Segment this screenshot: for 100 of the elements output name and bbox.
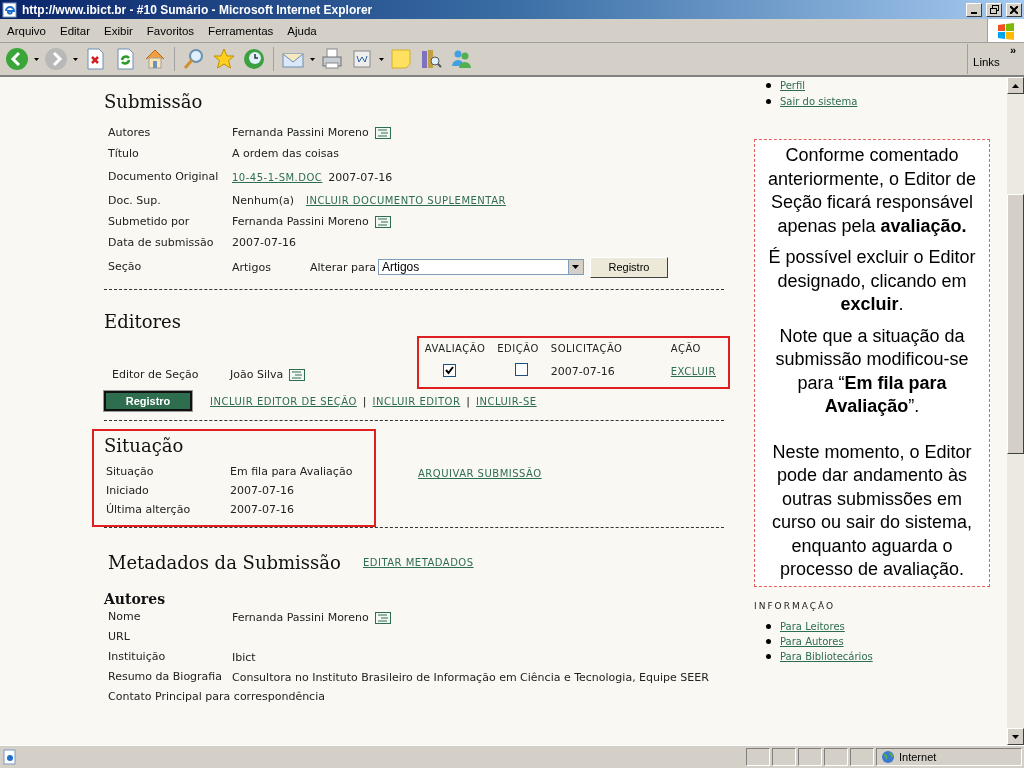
restore-icon [989, 5, 999, 14]
author-name: Fernanda Passini Moreno [232, 215, 369, 228]
field-value: 2007-07-16 [230, 484, 295, 497]
sidebar-link[interactable]: Sair do sistema [780, 95, 858, 107]
column-header: AÇÃO [664, 337, 729, 359]
globe-icon [881, 750, 895, 764]
envelope-icon[interactable] [374, 126, 391, 139]
scroll-up-icon[interactable] [1007, 77, 1024, 94]
field-label: Contato Principal para correspondência [108, 691, 326, 703]
field-label: Data de submissão [108, 236, 215, 249]
register-button[interactable]: Registro [589, 256, 668, 278]
field-value: Ibict [232, 651, 256, 664]
section-heading: Situação [104, 435, 185, 456]
browser-icon [2, 1, 18, 18]
column-header: SOLICITAÇÃO [544, 337, 665, 359]
delete-link[interactable]: EXCLUIR [670, 365, 716, 377]
window-title: http://www.ibict.br - #10 Sumário - Microsoft Internet Explorer [22, 2, 374, 17]
envelope-icon[interactable] [374, 215, 391, 228]
field-label: Doc. Sup. [108, 194, 162, 207]
menu-item[interactable]: Ferramentas [201, 24, 281, 37]
sidebar-link[interactable]: Para Leitores [780, 620, 845, 632]
history-icon[interactable] [241, 46, 267, 72]
field-value: Nenhum(a) [232, 194, 294, 207]
field-value: Em fila para Avaliação [230, 465, 354, 478]
field-label: Título [108, 147, 140, 160]
action-link[interactable]: INCLUIR EDITOR DE SEÇÃO [210, 395, 357, 407]
section-heading: Metadados da Submissão [108, 552, 341, 573]
caret-icon[interactable] [310, 57, 315, 61]
action-link[interactable]: INCLUIR EDITOR [372, 395, 461, 407]
separator: | [466, 394, 471, 408]
menu-item[interactable]: Editar [53, 24, 98, 37]
caret-icon[interactable] [34, 57, 39, 61]
caret-icon [572, 265, 580, 269]
field-label: URL [108, 631, 131, 643]
menu-item[interactable]: Favoritos [139, 24, 202, 37]
file-date: 2007-07-16 [328, 170, 393, 184]
author-name: Fernanda Passini Moreno [232, 126, 369, 139]
scroll-down-icon[interactable] [1007, 728, 1024, 745]
restore-button[interactable] [986, 2, 1002, 17]
role-label: Editor de Seção [112, 368, 200, 381]
menu-item[interactable]: Exibir [97, 24, 140, 37]
close-button[interactable] [1006, 2, 1022, 17]
links-button[interactable]: Links » [967, 44, 1020, 74]
field-label: Autores [108, 126, 152, 139]
author-name: Fernanda Passini Moreno [232, 611, 369, 624]
field-label: Última alterção [106, 503, 192, 516]
star-icon[interactable] [211, 46, 237, 72]
edit-link[interactable]: EDITAR METADADOS [362, 557, 474, 568]
section-heading: Submissão [104, 91, 204, 112]
sidebar-link[interactable]: Para Bibliotecários [780, 650, 873, 662]
menu-item[interactable]: Ajuda [280, 24, 324, 37]
scrollbar[interactable] [1007, 77, 1024, 745]
note-text: Conforme comentado anteriormente, o Editor de Seção ficará responsável apenas pela avaliação. [766, 144, 978, 238]
note-text: É possível excluir o Editor designado, clicando em excluir. [767, 246, 977, 316]
editor-name: João Silva [230, 368, 284, 381]
menu-item[interactable]: Arquivo [0, 24, 53, 37]
field-value: Artigos [232, 260, 272, 274]
section-dropdown[interactable]: Artigos [377, 259, 584, 275]
status-panel [746, 748, 770, 766]
field-label: Iniciado [106, 484, 150, 497]
flag-icon [996, 21, 1016, 40]
note-text: Note que a situação da submissão modificou-se para “Em fila para Avaliação”. [774, 324, 970, 418]
minimize-icon [971, 11, 977, 14]
section-heading: Editores [104, 311, 182, 332]
add-file-link[interactable]: INCLUIR DOCUMENTO SUPLEMENTAR [305, 195, 506, 206]
envelope-icon[interactable] [374, 611, 391, 624]
field-label: Submetido por [108, 215, 191, 228]
checkbox[interactable] [515, 363, 529, 376]
action-link[interactable]: INCLUIR-SE [476, 395, 537, 407]
column-header: EDIÇÃO [491, 337, 545, 359]
sidebar-link[interactable]: Perfil [780, 79, 805, 91]
status-panel [798, 748, 822, 766]
page-icon [2, 749, 18, 765]
status-panel [772, 748, 796, 766]
archive-link[interactable]: ARQUIVAR SUBMISSÃO [418, 468, 542, 479]
field-value: Consultora no Instituto Brasileiro de Informação em Ciência e Tecnologia, Equipe SEER [232, 671, 709, 684]
caret-icon[interactable] [73, 57, 78, 61]
sidebar-link[interactable]: Para Autores [780, 635, 844, 647]
scroll-thumb[interactable] [1007, 194, 1024, 454]
minimize-button[interactable] [966, 2, 982, 17]
field-label: Resumo da Biografia [108, 671, 224, 683]
sidebar-heading: INFORMAÇÃO [754, 600, 837, 611]
table-cell: 2007-07-16 [544, 359, 665, 388]
zone-label: Internet [899, 751, 937, 763]
field-value: A ordem das coisas [232, 147, 340, 160]
checkbox[interactable] [442, 364, 456, 377]
change-label: Alterar para [310, 260, 376, 274]
file-link[interactable]: 10-45-1-SM.DOC [232, 171, 323, 183]
column-header: AVALIAÇÃO [417, 337, 492, 359]
field-label: Nome [108, 611, 142, 623]
envelope-icon[interactable] [289, 368, 306, 381]
status-panel [824, 748, 848, 766]
subsection-heading: Autores [104, 591, 166, 607]
close-icon [1010, 5, 1018, 14]
field-label: Instituição [108, 651, 167, 663]
status-panel [850, 748, 874, 766]
separator: | [362, 394, 367, 408]
note-text: Neste momento, o Editor pode dar andamento às outras submissões em curso ou sair do sistema, enquanto aguarda o processo de avaliação. [770, 440, 974, 581]
caret-icon[interactable] [379, 57, 384, 61]
register-button[interactable]: Registro [104, 391, 192, 411]
